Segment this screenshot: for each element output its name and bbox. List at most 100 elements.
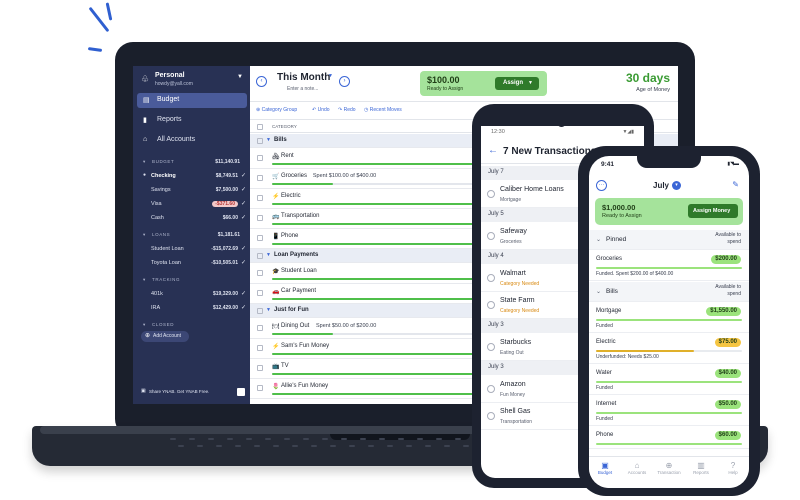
account-row[interactable]: Visa -$371.60 ✓ [133,199,250,211]
tab-label: Help [728,470,738,475]
account-name: Savings [151,187,171,193]
row-checkbox[interactable] [257,345,263,351]
category-row[interactable]: Electric $75.00 Underfunded: Needs $25.00 [589,334,749,364]
category-row[interactable]: Groceries $200.00 Funded. Spent $200.00 of… [589,251,749,281]
caret-down-icon[interactable]: ▼ [266,137,271,143]
tab-label: Accounts [627,470,647,475]
row-checkbox[interactable] [257,290,263,296]
category-note: Funded [596,416,613,422]
account-row[interactable]: Toyota Loan -$10,505.01 ✓ [133,258,250,270]
caret-down-icon[interactable]: ▼ [266,307,271,313]
recent-moves-button[interactable]: ◷ Recent Moves [364,107,402,113]
category-emoji-icon: 🚗 [272,289,280,295]
row-checkbox[interactable] [257,235,263,241]
account-section-budget[interactable]: ▾ BUDGET $11,140.91 [133,158,250,168]
row-checkbox[interactable] [257,215,263,221]
month-note[interactable]: Enter a note... [287,86,318,92]
select-circle[interactable] [487,301,495,309]
check-icon: ✓ [240,260,246,266]
month-selector[interactable]: This Month [277,72,330,83]
row-checkbox[interactable] [257,155,263,161]
account-row[interactable]: Savings $7,500.00 ✓ [133,185,250,197]
assign-label: Assign [503,80,524,86]
share-link[interactable]: ▣ Share YNAB. Get YNAB Free. [141,388,245,398]
category-group-button[interactable]: ⊕ Category Group [256,107,297,113]
group-header-pinned[interactable]: ⌄ Pinned Available to spend [589,230,749,250]
select-circle[interactable] [487,190,495,198]
caret-down-icon: ▼ [528,80,533,86]
category-row[interactable]: Phone $60.00 [589,427,749,449]
undo-button[interactable]: ↶ Undo [312,107,330,113]
collapse-icon[interactable] [237,388,245,396]
account-row[interactable]: Cash $66.00 ✓ [133,213,250,225]
select-circle[interactable] [487,232,495,240]
redo-button[interactable]: ↷ Redo [338,107,356,113]
more-options-icon[interactable]: ··· [596,180,607,191]
category-row[interactable]: Water $40.00 Funded [589,365,749,395]
sidebar: ♧ Personal howdy@yall.com ▼ ▤ Budget ▮ R… [133,66,250,404]
add-account-button[interactable]: ⊕ Add Account [141,331,189,342]
edit-icon[interactable]: ✎ [732,180,739,189]
category-note: Funded [596,385,613,391]
group-header-bills[interactable]: ⌄ Bills Available to spend [589,282,749,302]
category-name: Dining Out [281,323,310,329]
assign-money-button[interactable]: Assign Money [688,204,738,218]
budget-icon: ▣ [601,461,609,470]
payee-name: State Farm [500,297,535,304]
progress-bar [596,350,742,352]
select-circle[interactable] [487,343,495,351]
account-row[interactable]: Student Loan -$15,072.69 ✓ [133,244,250,256]
keyboard-key [265,438,271,440]
tab-transaction[interactable]: ⊕ Transaction [653,461,685,485]
assign-button[interactable]: Assign ▼ [495,77,539,90]
row-checkbox[interactable] [257,195,263,201]
tab-accounts[interactable]: ⌂ Accounts [621,461,653,485]
account-row[interactable]: ● Checking $8,749.51 ✓ [133,171,250,183]
account-row[interactable]: 401k $19,329.00 ✓ [133,289,250,301]
account-row[interactable]: IRA $12,429.00 ✓ [133,303,250,315]
nav-reports[interactable]: ▮ Reports [137,113,247,128]
row-checkbox[interactable] [257,253,263,259]
select-circle[interactable] [487,274,495,282]
account-balance: $8,749.51 [215,173,238,179]
account-section-tracking[interactable]: ▾ TRACKING [133,276,250,286]
row-checkbox[interactable] [257,325,263,331]
caret-down-icon[interactable]: ▼ [266,252,271,258]
category-emoji-icon: 🛒 [272,174,280,180]
row-checkbox[interactable] [257,308,263,314]
select-circle[interactable] [487,385,495,393]
back-arrow-icon[interactable]: ← [488,145,498,156]
category-name: Water [596,370,612,376]
bank-icon: ⌂ [143,136,148,143]
budget-name: Personal [155,72,185,79]
keyboard-key [246,438,252,440]
select-all-checkbox[interactable] [257,124,263,130]
tab-reports[interactable]: ▥ Reports [685,461,717,485]
account-section-closed[interactable]: ▾ CLOSED [133,321,250,331]
ready-amount: $1,000.00 [602,203,636,212]
available-amount: $200.00 [711,255,741,264]
help-icon: ? [730,461,736,470]
select-circle[interactable] [487,412,495,420]
row-checkbox[interactable] [257,385,263,391]
category-name: Student Loan [281,268,317,274]
available-amount: $60.00 [714,431,741,440]
next-month-button[interactable]: › [339,76,350,87]
row-checkbox[interactable] [257,270,263,276]
category-row[interactable]: Internet $50.00 Funded [589,396,749,426]
nav-budget[interactable]: ▤ Budget [137,93,247,108]
row-checkbox[interactable] [257,138,263,144]
category-row[interactable]: Mortgage $1,550.00 Funded [589,303,749,333]
tab-budget[interactable]: ▣ Budget [589,461,621,485]
tab-help[interactable]: ? Help [717,461,749,485]
budget-switcher[interactable]: ♧ Personal howdy@yall.com ▼ [141,72,245,90]
prev-month-button[interactable]: ‹ [256,76,267,87]
progress-bar [596,443,742,445]
row-checkbox[interactable] [257,365,263,371]
progress-fill [596,350,694,352]
chevron-down-icon[interactable]: ▾ [672,181,681,190]
month-selector[interactable]: July [653,181,669,190]
nav-all-accounts[interactable]: ⌂ All Accounts [137,133,247,148]
account-section-loans[interactable]: ▾ LOANS $1,181.61 [133,231,250,241]
row-checkbox[interactable] [257,175,263,181]
